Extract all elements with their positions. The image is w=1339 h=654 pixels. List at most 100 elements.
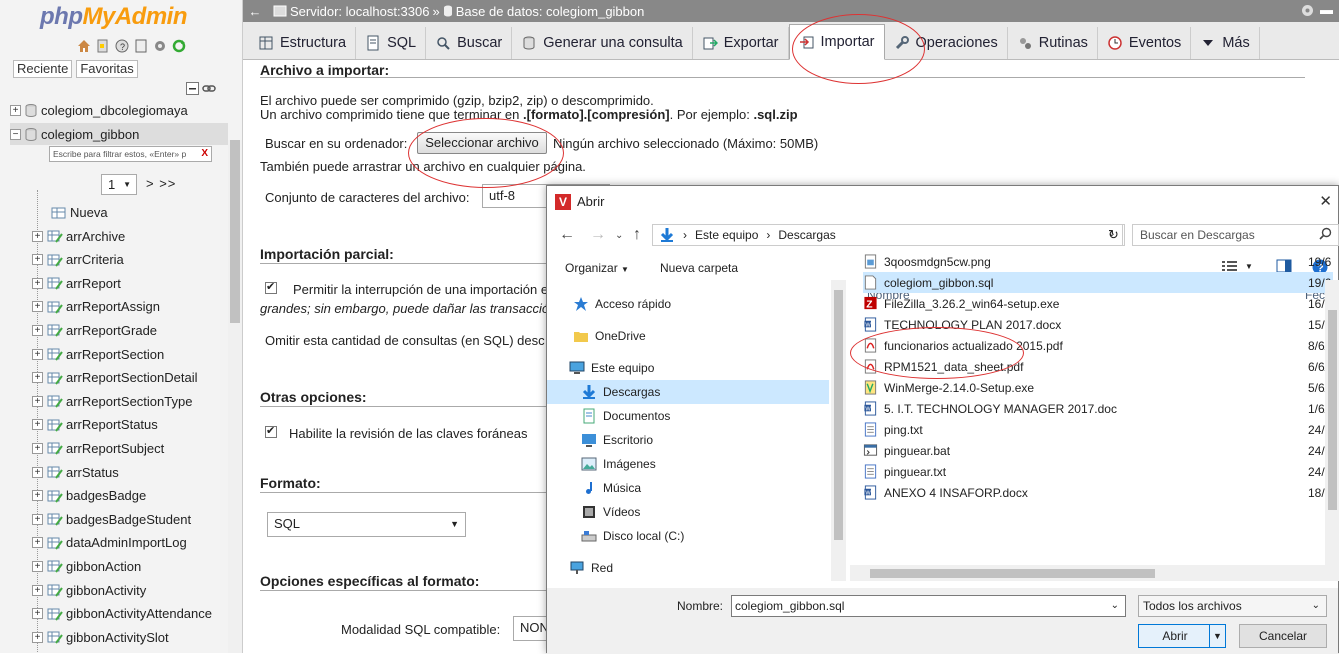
home-icon[interactable] (76, 38, 92, 54)
link-icon[interactable] (202, 82, 216, 95)
recent-tab[interactable]: Reciente (13, 60, 73, 78)
file-row[interactable]: ping.txt 24/5 (863, 419, 1333, 440)
scrollbar-thumb[interactable] (834, 290, 843, 540)
file-row[interactable]: funcionarios actualizado 2015.pdf 8/6/ (863, 335, 1333, 356)
file-row[interactable]: WinMerge-2.14.0-Setup.exe 5/6/ (863, 377, 1333, 398)
dialog-titlebar[interactable]: V Abrir ✕ (547, 186, 1338, 217)
table-icon[interactable] (47, 489, 63, 503)
nav-pane-item[interactable]: Vídeos (581, 500, 640, 524)
file-row[interactable]: colegiom_gibbon.sql 19/6 (863, 272, 1333, 293)
chevron-down-icon[interactable]: ⌄ (1111, 596, 1119, 616)
new-table-item[interactable]: Nueva (51, 201, 108, 223)
open-button[interactable]: Abrir ▼ (1138, 624, 1226, 648)
scrollbar-thumb[interactable] (1328, 310, 1337, 510)
page-next-link[interactable]: > >> (146, 176, 176, 191)
recent-dropdown-icon[interactable]: ⌄ (615, 230, 623, 241)
sql-docs-icon[interactable] (133, 38, 149, 54)
collapse-icon[interactable]: − (10, 128, 21, 140)
expand-icon[interactable]: + (32, 490, 43, 502)
table-item[interactable]: + gibbonActivityAttendance (32, 603, 212, 625)
dialog-search-input[interactable]: Buscar en Descargas (1132, 224, 1339, 246)
table-item[interactable]: + badgesBadge (32, 485, 146, 507)
tab-rutinas[interactable]: Rutinas (1008, 27, 1098, 59)
file-type-select[interactable]: Todos los archivos ⌄ (1138, 595, 1327, 617)
close-icon[interactable]: ✕ (1319, 192, 1332, 210)
table-item[interactable]: + arrReportSubject (32, 437, 164, 459)
breadcrumb-database[interactable]: Base de datos: colegiom_gibbon (456, 4, 645, 19)
nav-scrollbar-thumb[interactable] (230, 140, 240, 323)
allow-interrupt-checkbox[interactable] (265, 280, 277, 294)
tab-generar-una-consulta[interactable]: Generar una consulta (512, 27, 693, 59)
nav-pane-item[interactable]: Escritorio (581, 428, 653, 452)
table-item[interactable]: + arrReportSection (32, 343, 164, 365)
table-icon[interactable] (47, 536, 63, 550)
logout-icon[interactable] (95, 38, 111, 54)
expand-icon[interactable]: + (32, 608, 43, 620)
tab-sql[interactable]: SQL (356, 27, 427, 59)
expand-icon[interactable]: + (32, 372, 43, 384)
file-row[interactable]: RPM1521_data_sheet.pdf 6/6/ (863, 356, 1333, 377)
table-icon[interactable] (47, 512, 63, 526)
table-item[interactable]: + arrCriteria (32, 249, 124, 271)
expand-icon[interactable]: + (32, 631, 43, 643)
nav-pane-item[interactable]: Descargas (547, 380, 829, 404)
expand-icon[interactable]: + (32, 277, 43, 289)
nav-pane-item[interactable]: Este equipo (569, 356, 654, 380)
page-select[interactable]: 1 ▼ (101, 174, 137, 195)
navigation-pane-scrollbar[interactable] (831, 280, 846, 581)
expand-icon[interactable]: + (32, 466, 43, 478)
collapse-all-icon[interactable] (186, 82, 199, 95)
nav-pane-item[interactable]: Acceso rápido (573, 292, 671, 316)
format-select[interactable]: SQL ▼ (267, 512, 466, 537)
file-row[interactable]: Z FileZilla_3.26.2_win64-setup.exe 16/6 (863, 293, 1333, 314)
tab-eventos[interactable]: Eventos (1098, 27, 1192, 59)
db-item-selected[interactable]: − colegiom_gibbon (10, 123, 228, 145)
table-item[interactable]: + gibbonAction (32, 555, 141, 577)
table-icon[interactable] (47, 394, 63, 408)
expand-icon[interactable]: + (32, 442, 43, 454)
choose-file-button[interactable]: Seleccionar archivo (417, 132, 547, 154)
back-arrow-icon[interactable]: ← (559, 226, 575, 244)
expand-icon[interactable]: + (32, 395, 43, 407)
minimize-icon[interactable]: ▬ (1320, 2, 1333, 17)
expand-icon[interactable]: + (32, 560, 43, 572)
table-icon[interactable] (47, 465, 63, 479)
file-name-input[interactable]: colegiom_gibbon.sql ⌄ (731, 595, 1126, 617)
expand-icon[interactable]: + (32, 230, 43, 242)
table-filter-input[interactable]: Escribe para filtrar estos, «Enter» p X (49, 146, 212, 162)
table-icon[interactable] (47, 583, 63, 597)
table-icon[interactable] (47, 323, 63, 337)
nav-pane-item[interactable]: Música (581, 476, 641, 500)
file-row[interactable]: W TECHNOLOGY PLAN 2017.docx 15/6 (863, 314, 1333, 335)
scrollbar-thumb[interactable] (870, 569, 1155, 578)
table-item[interactable]: + arrReport (32, 272, 121, 294)
expand-icon[interactable]: + (32, 348, 43, 360)
table-item[interactable]: + gibbonActivity (32, 579, 146, 601)
file-row[interactable]: W 5. I.T. TECHNOLOGY MANAGER 2017.doc 1/6/ (863, 398, 1333, 419)
path-box[interactable]: › Este equipo › Descargas ⌄ (652, 224, 1123, 246)
tab-m-s[interactable]: Más (1191, 27, 1260, 59)
cancel-button[interactable]: Cancelar (1239, 624, 1327, 648)
breadcrumb-server[interactable]: Servidor: localhost:3306 (290, 4, 429, 19)
table-item[interactable]: + arrStatus (32, 461, 119, 483)
file-row[interactable]: W ANEXO 4 INSAFORP.docx 18/5 (863, 482, 1333, 503)
nav-pane-item[interactable]: Documentos (581, 404, 670, 428)
tab-importar[interactable]: Importar (788, 24, 885, 60)
docs-icon[interactable]: ? (114, 38, 130, 54)
expand-icon[interactable]: + (32, 324, 43, 336)
table-icon[interactable] (47, 276, 63, 290)
gear-icon[interactable] (152, 38, 168, 54)
expand-icon[interactable]: + (32, 419, 43, 431)
table-icon[interactable] (47, 607, 63, 621)
expand-icon[interactable]: + (32, 513, 43, 525)
table-icon[interactable] (47, 300, 63, 314)
nav-pane-item[interactable]: Disco local (C:) (581, 524, 684, 548)
table-item[interactable]: + gibbonActivitySlot (32, 626, 169, 648)
path-downloads[interactable]: Descargas (778, 228, 835, 242)
table-icon[interactable] (47, 229, 63, 243)
expand-icon[interactable]: + (32, 537, 43, 549)
table-item[interactable]: + dataAdminImportLog (32, 532, 187, 554)
nav-scrollbar[interactable] (228, 140, 242, 653)
open-dropdown-icon[interactable]: ▼ (1209, 625, 1225, 647)
favorites-tab[interactable]: Favoritas (76, 60, 138, 78)
